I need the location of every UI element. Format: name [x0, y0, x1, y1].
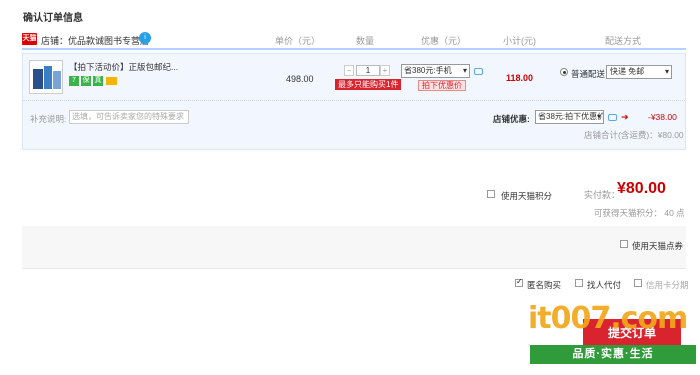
shop-name-link[interactable]: 店铺：优品款诚图书专营店 [41, 34, 149, 47]
store-discount-amount: -¥38.00 [648, 112, 677, 122]
service-7day-icon[interactable]: 7 [69, 76, 79, 86]
installment-label: 信用卡分期 [646, 280, 689, 290]
store-discount-label: 店铺优惠: [493, 114, 530, 124]
discount-info-icon[interactable] [474, 68, 483, 75]
item-discount-select[interactable]: 省380元:手机 ▾ [401, 64, 470, 78]
col-header-discount: 优惠（元） [421, 36, 467, 46]
unit-price: 498.00 [286, 74, 314, 84]
service-genuine-icon[interactable]: 真 [93, 76, 103, 86]
qty-plus-button[interactable]: + [380, 65, 390, 76]
page-title: 确认订单信息 [23, 13, 83, 24]
qty-minus-button[interactable]: − [344, 65, 354, 76]
product-thumbnail[interactable] [29, 60, 63, 94]
store-discount-value: 省38元:拍下优惠价 [538, 112, 604, 121]
order-item-box: 【拍下活动价】正版包邮纪... 7 保 真 498.00 − 1 + 最多只能购… [22, 53, 686, 150]
product-title-link[interactable]: 【拍下活动价】正版包邮纪... [69, 61, 219, 73]
col-header-qty: 数量 [356, 36, 375, 46]
item-subtotal: 118.00 [506, 73, 534, 83]
card-payment-icon[interactable] [106, 77, 117, 85]
use-points-checkbox[interactable] [487, 190, 495, 198]
chevron-down-icon: ▾ [664, 67, 669, 76]
anonymous-label: 匿名购买 [527, 280, 562, 290]
chevron-down-icon: ▾ [596, 112, 601, 121]
use-points-label: 使用天猫积分 [501, 191, 553, 201]
order-item-row: 【拍下活动价】正版包邮纪... 7 保 真 498.00 − 1 + 最多只能购… [23, 54, 685, 101]
tmall-badge: 天猫 [22, 33, 37, 45]
anonymous-checkbox[interactable] [515, 277, 523, 287]
shipping-method-value: 快递 免邮 [610, 67, 645, 76]
installment-checkbox[interactable] [634, 279, 642, 287]
shipping-radio[interactable] [560, 68, 568, 76]
note-label: 补充说明: [30, 114, 67, 124]
col-header-price: 单价（元） [275, 36, 321, 46]
pay-label: 实付款： [584, 190, 621, 200]
discount-arrow-icon: ➔ [621, 112, 629, 122]
note-input[interactable]: 选填，可告诉卖家您的特殊要求 [69, 110, 189, 124]
tmall-coupon-box [22, 226, 686, 268]
proxy-pay-checkbox[interactable] [575, 279, 583, 287]
use-tmall-coupon-label: 使用天猫点券 [632, 241, 684, 251]
use-tmall-coupon-checkbox[interactable] [620, 240, 628, 248]
chat-bubble-icon[interactable]: i [139, 32, 151, 44]
item-discount-value: 省380元:手机 [404, 66, 452, 75]
store-total: 店铺合计(含运费)：¥80.00 [584, 130, 684, 140]
chevron-down-icon: ▾ [462, 66, 467, 75]
col-header-shipping: 配送方式 [605, 36, 642, 46]
pay-amount: ¥80.00 [617, 180, 666, 197]
shipping-option-label: 普通配送 [571, 69, 606, 79]
purchase-limit-tip: 最多只能购买1件 [335, 79, 402, 90]
divider [22, 268, 686, 269]
shipping-method-select[interactable]: 快递 免邮 ▾ [606, 65, 672, 79]
proxy-pay-label: 找人代付 [587, 280, 622, 290]
promo-tag: 拍下优惠价 [418, 80, 466, 91]
quantity-input[interactable]: 1 [356, 65, 380, 76]
watermark-slogan: 品质·实惠·生活 [530, 345, 696, 364]
earn-points-label: 可获得天猫积分： 40 点 [594, 208, 685, 218]
store-discount-info-icon[interactable] [608, 114, 617, 121]
order-header-row: 天猫 店铺：优品款诚图书专营店 i 单价（元） 数量 优惠（元） 小计(元) 配… [22, 30, 686, 50]
col-header-subtotal: 小计(元) [503, 36, 536, 46]
store-discount-select[interactable]: 省38元:拍下优惠价 ▾ [535, 110, 604, 124]
watermark-logo: it007.com [528, 301, 688, 336]
service-guarantee-icon[interactable]: 保 [81, 76, 91, 86]
